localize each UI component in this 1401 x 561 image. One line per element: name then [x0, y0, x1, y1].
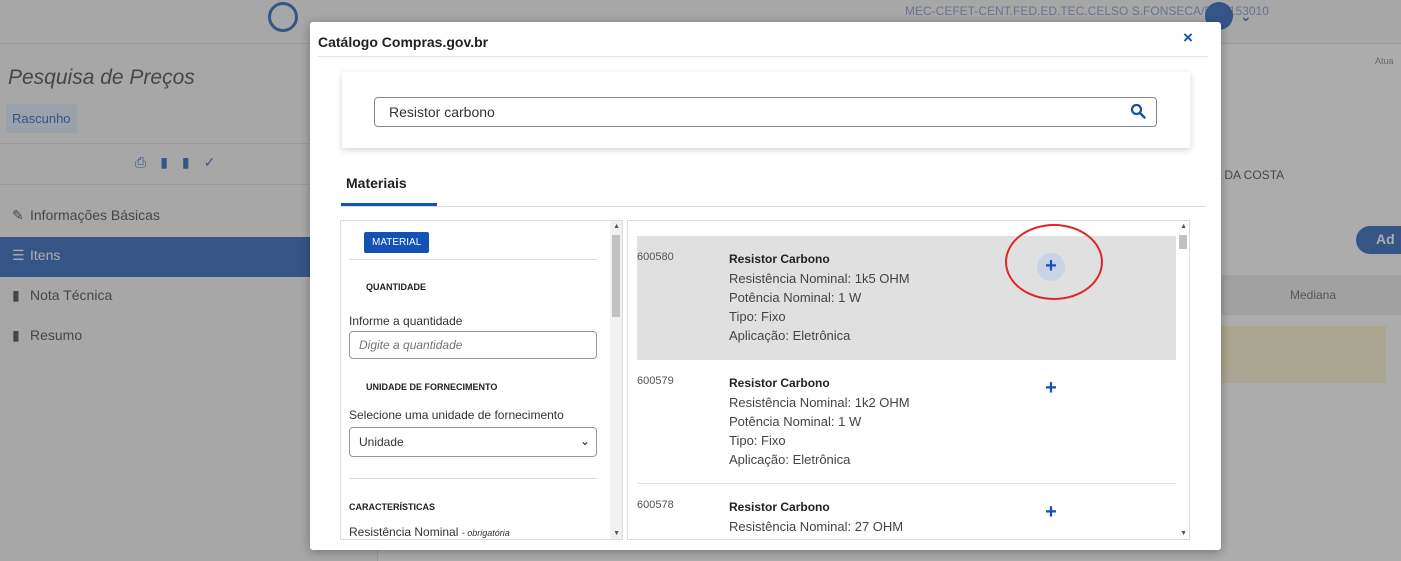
item-title: Resistor Carbono — [729, 376, 830, 390]
tab-materiais[interactable]: Materiais — [346, 175, 407, 191]
add-item-button[interactable]: + — [1037, 375, 1065, 403]
material-button[interactable]: MATERIAL — [364, 232, 430, 253]
scrollbar[interactable]: ▲ ▼ — [1177, 221, 1189, 539]
quantity-label: Informe a quantidade — [349, 314, 463, 328]
divider — [349, 478, 597, 479]
unit-heading: UNIDADE DE FORNECIMENTO — [366, 382, 498, 392]
item-description: Resistor Carbono Resistência Nominal: 1k… — [729, 250, 910, 345]
item-description: Resistor Carbono Resistência Nominal: 27… — [729, 498, 903, 536]
chevron-down-icon: ⌄ — [579, 434, 590, 448]
add-item-button[interactable]: + — [1037, 499, 1065, 527]
annotation-circle — [1005, 224, 1103, 300]
results-panel: 600580 Resistor Carbono Resistência Nomi… — [627, 220, 1190, 540]
search-card — [342, 72, 1190, 148]
item-type: Tipo: Fixo — [729, 433, 786, 448]
item-resistance: Resistência Nominal: 1k5 OHM — [729, 271, 910, 286]
scroll-up-icon[interactable]: ▲ — [613, 223, 620, 230]
resistance-label: Resistência Nominal — [349, 525, 459, 539]
item-power: Potência Nominal: 1 W — [729, 414, 862, 429]
list-item: 600578 Resistor Carbono Resistência Nomi… — [637, 484, 1176, 539]
item-description: Resistor Carbono Resistência Nominal: 1k… — [729, 374, 910, 469]
quantity-heading: QUANTIDADE — [366, 282, 426, 292]
modal-title: Catálogo Compras.gov.br — [318, 34, 489, 50]
item-application: Aplicação: Eletrônica — [729, 328, 851, 343]
item-title: Resistor Carbono — [729, 252, 830, 266]
unit-select[interactable]: Unidade ⌄ — [349, 427, 597, 457]
resistance-filter-label: Resistência Nominal - obrigatória — [349, 525, 510, 539]
item-resistance: Resistência Nominal: 27 OHM — [729, 519, 904, 534]
search-input[interactable] — [389, 104, 1089, 120]
item-code: 600579 — [637, 375, 674, 387]
unit-select-value: Unidade — [359, 435, 404, 449]
item-resistance: Resistência Nominal: 1k2 OHM — [729, 395, 910, 410]
list-item: 600579 Resistor Carbono Resistência Nomi… — [637, 360, 1176, 484]
scrollbar-thumb[interactable] — [612, 235, 620, 317]
scrollbar-thumb[interactable] — [1179, 235, 1187, 249]
filter-panel: MATERIAL QUANTIDADE Informe a quantidade… — [340, 220, 623, 540]
close-icon[interactable]: × — [1183, 28, 1193, 48]
scroll-down-icon[interactable]: ▼ — [613, 530, 620, 537]
item-application: Aplicação: Eletrônica — [729, 452, 851, 467]
quantity-input[interactable] — [349, 331, 597, 359]
divider — [349, 259, 597, 260]
divider — [341, 206, 1206, 207]
scroll-up-icon[interactable]: ▲ — [1180, 223, 1187, 230]
required-note: - obrigatória — [461, 528, 510, 538]
item-title: Resistor Carbono — [729, 500, 830, 514]
search-box — [374, 97, 1157, 127]
scroll-down-icon[interactable]: ▼ — [1180, 530, 1187, 537]
search-icon[interactable] — [1130, 103, 1146, 119]
scrollbar[interactable]: ▲ ▼ — [610, 221, 622, 539]
item-power: Potência Nominal: 1 W — [729, 290, 862, 305]
catalog-modal: Catálogo Compras.gov.br × Materiais MATE… — [310, 22, 1221, 550]
divider — [318, 56, 1208, 57]
item-code: 600580 — [637, 251, 674, 263]
unit-label: Selecione uma unidade de fornecimento — [349, 408, 564, 422]
item-code: 600578 — [637, 499, 674, 511]
characteristics-heading: CARACTERÍSTICAS — [349, 502, 436, 512]
item-type: Tipo: Fixo — [729, 309, 786, 324]
